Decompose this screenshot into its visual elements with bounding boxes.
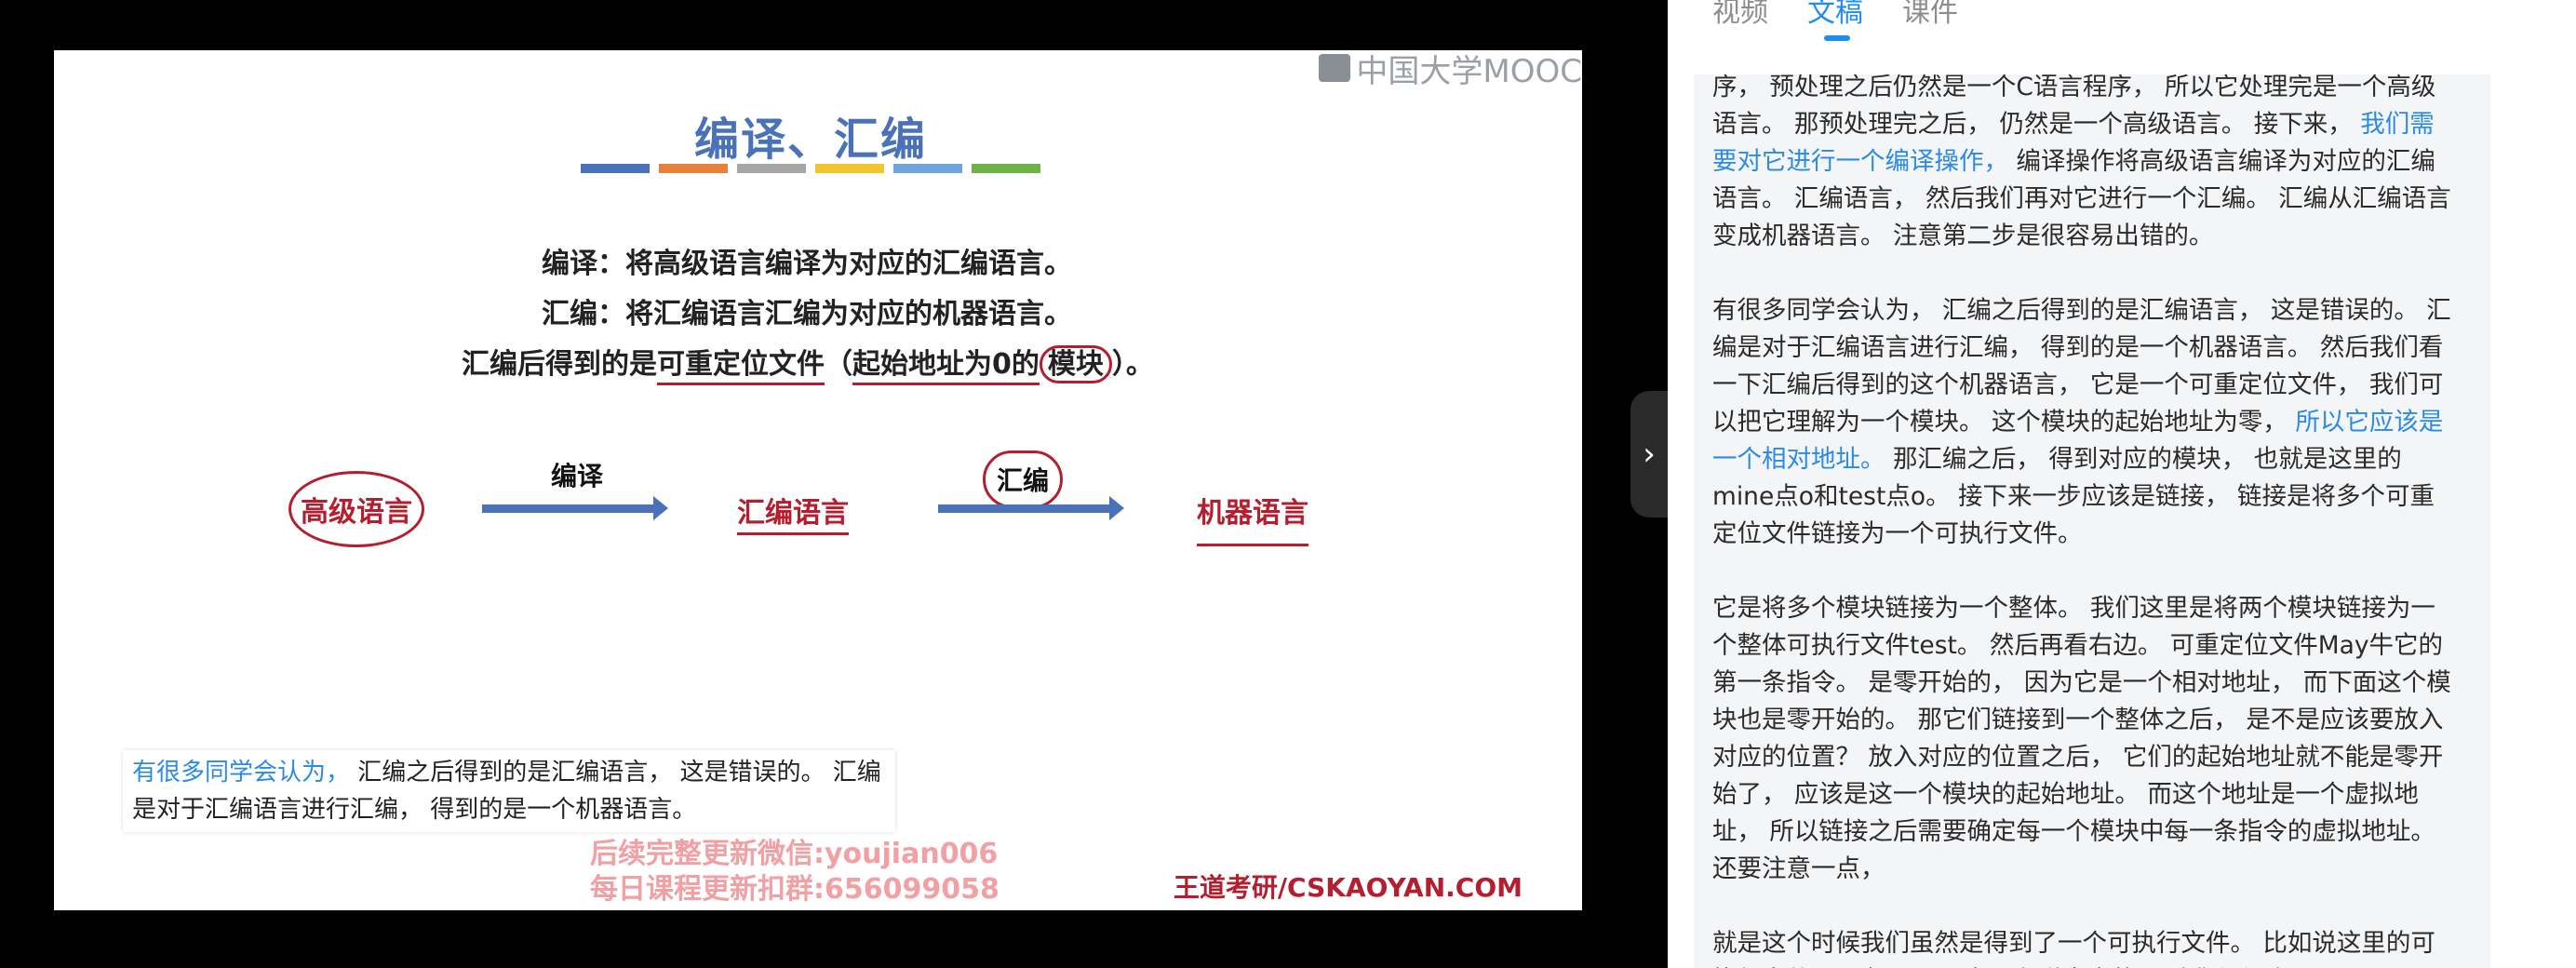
- definition-assemble: 汇编：将汇编语言汇编为对应的机器语言。: [542, 298, 1072, 330]
- paragraph-text: 就是这个时候我们虽然是得到了一个可执行文件。 比如说这里的可执行文件test点E…: [1712, 929, 2435, 968]
- video-subtitle: 有很多同学会认为， 汇编之后得到的是汇编语言， 这是错误的。 汇编是对于汇编语言…: [123, 750, 895, 832]
- side-panel: 视频 文稿 课件 序， 预处理之后仍然是一个C语言程序， 所以它处理完是一个高级…: [1668, 0, 2576, 968]
- flow-arrow-compile: [482, 496, 668, 520]
- panel-tabs: 视频 文稿 课件: [1712, 0, 1958, 45]
- chevron-right-icon: ›: [1643, 436, 1656, 473]
- video-player[interactable]: 中国大学MOOC 编译、汇编 编译：将高级语言编译为对应的汇编语言。 汇编：将汇…: [0, 0, 1668, 968]
- tab-transcript[interactable]: 文稿: [1807, 0, 1863, 45]
- transcript-paragraph[interactable]: 就是这个时候我们虽然是得到了一个可执行文件。 比如说这里的可执行文件test点E…: [1712, 925, 2453, 968]
- flow-arrow-label-compile: 编译: [551, 461, 604, 491]
- mooc-watermark-text: 中国大学MOOC: [1356, 52, 1582, 90]
- mooc-watermark: 中国大学MOOC: [1319, 50, 1582, 90]
- subtitle-highlight: 有很多同学会认为，: [132, 759, 351, 786]
- paragraph-text: 它是将多个模块链接为一个整体。 我们这里是将两个模块链接为一个整体可执行文件te…: [1712, 594, 2451, 883]
- color-segment: [972, 164, 1040, 173]
- color-segment: [815, 164, 884, 173]
- brand-watermark: 王道考研/CSKAOYAN.COM: [1173, 872, 1523, 903]
- output-text-c: （: [825, 348, 852, 381]
- lecture-slide: 中国大学MOOC 编译、汇编 编译：将高级语言编译为对应的汇编语言。 汇编：将汇…: [54, 50, 1582, 910]
- flow-arrow-assemble: [938, 496, 1124, 520]
- transcript-paragraph[interactable]: 有很多同学会认为， 汇编之后得到的是汇编语言， 这是错误的。 汇编是对于汇编语言…: [1712, 292, 2453, 553]
- flow-node-high-level-language: 高级语言: [288, 471, 424, 547]
- color-segment: [659, 164, 728, 173]
- color-segment: [893, 164, 962, 173]
- color-segment: [737, 164, 806, 173]
- output-text-a: 汇编后得到的是: [462, 348, 657, 381]
- transcript-paragraph[interactable]: 序， 预处理之后仍然是一个C语言程序， 所以它处理完是一个高级语言。 那预处理完…: [1712, 74, 2453, 255]
- tab-video[interactable]: 视频: [1712, 0, 1768, 45]
- transcript-paragraph[interactable]: 它是将多个模块链接为一个整体。 我们这里是将两个模块链接为一个整体可执行文件te…: [1712, 590, 2453, 888]
- mooc-logo-icon: [1319, 54, 1351, 82]
- start-address-term: 起始地址为0的: [852, 348, 1040, 385]
- flow-node-machine-language: 机器语言: [1197, 490, 1308, 546]
- output-text-f: ）。: [1111, 348, 1154, 381]
- flow-arrow-label-assemble: 汇编: [983, 450, 1064, 508]
- tab-courseware[interactable]: 课件: [1902, 0, 1958, 45]
- promo-group-text: 每日课程更新扣群:656099058: [590, 873, 1000, 906]
- collapse-panel-toggle[interactable]: ›: [1630, 391, 1668, 518]
- flow-node-assembly-language: 汇编语言: [737, 490, 849, 535]
- slide-title: 编译、汇编: [693, 114, 927, 166]
- title-color-bar: [581, 164, 1040, 173]
- color-segment: [581, 164, 650, 173]
- paragraph-text: 序， 预处理之后仍然是一个C语言程序， 所以它处理完是一个高级语言。 那预处理完…: [1712, 74, 2436, 139]
- module-term: 模块: [1039, 345, 1112, 383]
- definition-output: 汇编后得到的是可重定位文件（起始地址为0的 模块）。: [462, 341, 1154, 385]
- relocatable-file-term: 可重定位文件: [657, 348, 825, 385]
- transcript-content[interactable]: 序， 预处理之后仍然是一个C语言程序， 所以它处理完是一个高级语言。 那预处理完…: [1694, 74, 2490, 968]
- definition-compile: 编译：将高级语言编译为对应的汇编语言。: [542, 248, 1072, 280]
